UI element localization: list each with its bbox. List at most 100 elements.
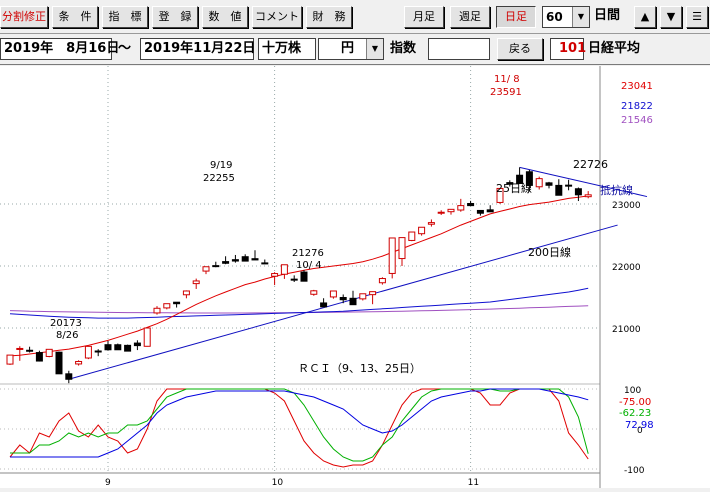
candle [369, 291, 377, 305]
candle [310, 289, 318, 296]
candle [163, 303, 171, 310]
candle-body [565, 184, 573, 187]
scroll-down-button[interactable]: ▼ [660, 6, 682, 28]
candle [192, 278, 200, 289]
register-button[interactable]: 登 録 [152, 6, 198, 28]
candle-body [388, 237, 396, 274]
candle [35, 350, 43, 362]
candle [408, 231, 416, 242]
rci13-last-value: -62.23 [619, 408, 651, 419]
candle [143, 327, 151, 347]
start-date-field[interactable]: 2019年 8月16日 [0, 38, 119, 60]
ma25-line [9, 195, 589, 357]
menu-button[interactable]: ☰ [686, 6, 708, 28]
rci-y-tick: -100 [624, 466, 645, 476]
candle [241, 254, 249, 262]
candle-body [555, 184, 563, 196]
candle [212, 261, 220, 268]
day-count-select[interactable]: 60 ▼ [542, 6, 590, 28]
daily-button[interactable]: 日足 [496, 6, 536, 28]
ma25-last-value: 23041 [621, 81, 653, 92]
candle [271, 272, 279, 286]
candle [231, 254, 239, 263]
candle-body [6, 354, 14, 365]
scroll-up-button[interactable]: ▲ [634, 6, 656, 28]
monthly-button[interactable]: 月足 [404, 6, 444, 28]
ma200-last-value: 21546 [621, 115, 653, 126]
candle [320, 298, 328, 308]
candle-body [124, 344, 132, 352]
candle-body [349, 297, 357, 306]
candle-body [212, 265, 220, 268]
annotation-value: 23591 [490, 87, 522, 98]
split-adjust-button[interactable]: 分割修正 [0, 6, 48, 28]
candle [398, 237, 406, 266]
candle [418, 226, 426, 236]
chart-svg: 9 10 11 23000 22000 21000 23041 21822 21546 11/ 8… [0, 66, 654, 488]
candle [222, 256, 230, 265]
candle [388, 237, 396, 279]
day-count-value: 60 [546, 10, 563, 24]
rci9-last-value: -75.00 [619, 397, 651, 408]
candle-body [339, 296, 347, 301]
currency-select[interactable]: 円 ▼ [318, 38, 384, 60]
back-button[interactable]: 戻る [497, 38, 543, 60]
chart-area: 9 10 11 23000 22000 21000 23041 21822 21546 11/ 8… [0, 66, 710, 488]
ma200-line [9, 305, 589, 314]
code-field[interactable]: 101 [550, 38, 586, 60]
rci25-last-value: 72.98 [625, 420, 654, 431]
comment-button[interactable]: コメント [252, 6, 302, 28]
candle [114, 343, 122, 351]
candle [173, 301, 181, 308]
candle [124, 344, 132, 352]
blank-field[interactable] [428, 38, 490, 60]
candle-body [574, 188, 582, 196]
candle-body [271, 273, 279, 277]
candle-body [280, 264, 288, 275]
candle [565, 179, 573, 191]
y-tick-label: 22000 [612, 263, 641, 273]
candle [584, 191, 592, 199]
annotation-label: 21276 [292, 248, 324, 259]
candle [16, 346, 24, 361]
candle-body [290, 278, 298, 281]
candle [535, 176, 543, 190]
candle [26, 346, 34, 353]
candle-body [163, 303, 171, 309]
candle [378, 277, 386, 285]
candle [457, 198, 465, 212]
range-bar: 2019年 8月16日 ～ 2019年11月22日 十万株 円 ▼ 指数 戻る … [0, 34, 710, 65]
numeric-button[interactable]: 数 値 [202, 6, 248, 28]
candle-body [94, 350, 102, 353]
chevron-down-icon[interactable]: ▼ [366, 39, 383, 59]
annotation-label: 22726 [573, 158, 608, 171]
condition-button[interactable]: 条 件 [52, 6, 98, 28]
candle [427, 219, 435, 227]
grid-layer [0, 66, 601, 488]
x-tick-label: 11 [468, 478, 479, 488]
annotation-label: 20173 [50, 318, 82, 329]
candle-body [182, 290, 190, 296]
chevron-down-icon[interactable]: ▼ [572, 7, 589, 27]
candle-body [173, 301, 181, 305]
candle-body [447, 208, 455, 213]
candle [574, 187, 582, 202]
candle-body [418, 226, 426, 235]
annotation-label: 9/19 [210, 160, 232, 171]
candle [261, 259, 269, 265]
candle-body [75, 360, 83, 365]
weekly-button[interactable]: 週足 [450, 6, 490, 28]
annotation-value: 10/ 4 [296, 260, 322, 271]
indicator-button[interactable]: 指 標 [102, 6, 148, 28]
candle-body [16, 347, 24, 350]
rci-layer [9, 388, 589, 468]
end-date-field[interactable]: 2019年11月22日 [140, 38, 255, 60]
text-layer: 9 10 11 23000 22000 21000 23041 21822 21546 11/ 8… [50, 74, 654, 488]
candle-body [35, 352, 43, 362]
rci-title: ＲＣＩ（9、13、25日） [298, 362, 421, 375]
candle [75, 360, 83, 366]
financial-button[interactable]: 財 務 [306, 6, 352, 28]
candle [359, 293, 367, 301]
candle-body [202, 266, 210, 272]
candle [300, 270, 308, 282]
